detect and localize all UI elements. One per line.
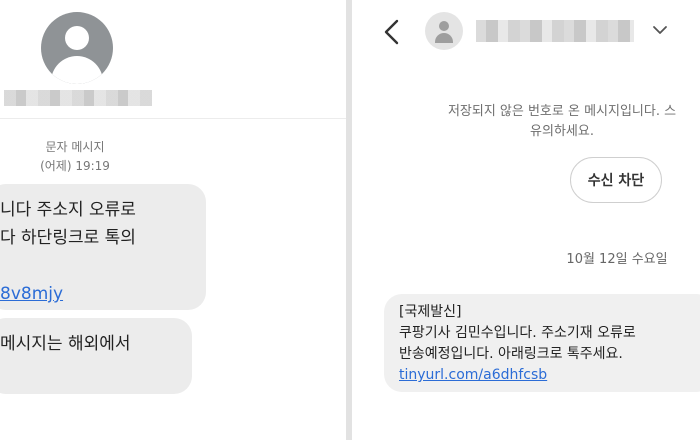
right-screenshot: 저장되지 않은 번호로 온 메시지입니다. 스 유의하세요. 수신 차단 10월… — [352, 0, 700, 440]
message-bubble[interactable]: [국제발신] 쿠팡기사 김민수입니다. 주소기재 오류로 반송예정입니다. 아래… — [384, 294, 700, 392]
avatar-body-shape — [51, 56, 103, 84]
message-link[interactable]: tinyurl.com/a6dhfcsb — [399, 365, 700, 386]
message-bubble[interactable]: 니다 주소지 오류로 다 하단링크로 톡의 8v8mjy — [0, 184, 206, 310]
blurred-contact-number[interactable] — [476, 20, 634, 42]
left-screenshot: 문자 메시지 (어제) 19:19 니다 주소지 오류로 다 하단링크로 톡의 … — [0, 0, 346, 440]
message-link[interactable]: 8v8mjy — [0, 280, 206, 308]
avatar-head-shape — [65, 26, 89, 50]
message-line: [국제발신] — [399, 304, 462, 320]
date-separator: 10월 12일 수요일 — [566, 252, 668, 267]
message-bubble[interactable]: 메시지는 해외에서 — [0, 318, 192, 394]
avatar-head-shape — [439, 21, 449, 31]
message-line: 다 하단링크로 톡의 — [0, 228, 136, 248]
message-line: 니다 주소지 오류로 — [0, 200, 136, 220]
message-line: 메시지는 해외에서 — [0, 334, 131, 354]
header-divider — [0, 118, 346, 119]
message-time: (어제) 19:19 — [40, 159, 110, 173]
chevron-down-icon[interactable] — [652, 24, 668, 36]
message-type-label: 문자 메시지 — [45, 140, 105, 154]
avatar-body-shape — [435, 33, 453, 43]
unsaved-number-notice: 저장되지 않은 번호로 온 메시지입니다. 스 유의하세요. — [412, 102, 700, 142]
notice-line: 유의하세요. — [530, 124, 594, 139]
blurred-contact-name — [4, 90, 152, 106]
back-arrow-icon[interactable] — [382, 18, 402, 46]
notice-line: 저장되지 않은 번호로 온 메시지입니다. 스 — [447, 104, 677, 119]
contact-avatar[interactable] — [41, 12, 113, 84]
message-line: 반송예정입니다. 아래링크로 톡주세요. — [399, 346, 623, 362]
block-number-button[interactable]: 수신 차단 — [570, 157, 662, 203]
contact-avatar[interactable] — [425, 12, 463, 50]
message-line: 쿠팡기사 김민수입니다. 주소기재 오류로 — [399, 325, 636, 341]
